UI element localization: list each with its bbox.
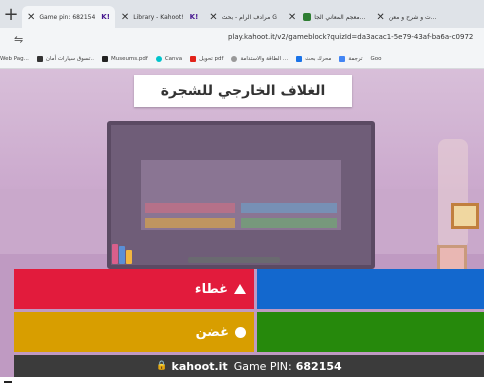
cursor-mark — [4, 381, 12, 383]
bookmarks-bar: Web Pag... تسوق سيارات أمان.. Museums.pd… — [0, 50, 484, 69]
bookmark-item[interactable]: تسوق سيارات أمان.. — [36, 56, 94, 62]
translate-icon[interactable]: ⇋ — [14, 33, 23, 46]
game-footer: 🔒 kahoot.it Game PIN: 682154 — [14, 355, 484, 377]
bookmark-item[interactable]: Canva — [155, 56, 182, 62]
url-text[interactable]: play.kahoot.it/v2/gameblock?quizId=da3ac… — [228, 33, 473, 41]
tab-title: ت و شرح و معن... — [388, 13, 437, 21]
close-tab-icon[interactable]: ✕ — [376, 12, 384, 23]
dictionary-favicon-icon — [303, 13, 312, 21]
bookmark-item[interactable]: محرك بحث — [296, 56, 331, 62]
close-tab-icon[interactable]: ✕ — [288, 12, 296, 23]
triangle-icon — [234, 284, 246, 294]
answer-button-orange[interactable]: غضن — [14, 312, 254, 352]
question-title: الغلاف الخارجي للشجرة — [134, 75, 352, 107]
picture-frame-illustration — [451, 203, 479, 229]
tab-title: Game pin: 682154 — [39, 13, 96, 21]
bookmark-item[interactable]: تحويل pdf — [190, 56, 223, 62]
tab-library[interactable]: ✕ Library - Kahoot! K! — [116, 6, 203, 28]
tab-definition[interactable]: ✕ ت و شرح و معن... — [371, 6, 441, 28]
tab-title: Library - Kahoot! — [133, 13, 184, 21]
answer-text: غضن — [195, 324, 229, 340]
kahoot-favicon-icon: K! — [101, 13, 110, 21]
address-bar[interactable]: ⇋ play.kahoot.it/v2/gameblock?quizId=da3… — [0, 28, 484, 50]
answer-text: غطاء — [194, 281, 228, 297]
new-tab-button[interactable]: + — [0, 0, 22, 28]
shelf-illustration — [188, 257, 280, 263]
answer-button-green[interactable] — [257, 312, 484, 352]
game-pin-label: Game PIN: — [233, 359, 292, 373]
bookmark-item[interactable]: Web Pag... — [0, 56, 29, 62]
bookmark-item[interactable]: الطاقة والاستدامة ... — [231, 56, 288, 62]
page-bottom — [0, 377, 484, 390]
answer-grid: غطاء غضن — [14, 269, 484, 355]
bookmark-item[interactable]: ترجمة — [339, 56, 362, 62]
bookmark-item[interactable]: Museums.pdf — [101, 56, 148, 62]
books-illustration — [112, 242, 134, 264]
lamp-illustration — [438, 139, 468, 249]
close-tab-icon[interactable]: ✕ — [209, 12, 217, 23]
screenshot: + ✕ Game pin: 682154 K! ✕ Library - Kaho… — [0, 0, 484, 390]
tv-illustration — [107, 121, 375, 269]
circle-icon — [235, 326, 246, 338]
brand-link: kahoot.it — [171, 359, 228, 373]
tab-title: معجم المعاني الجا... — [314, 13, 366, 21]
tab-title: مرادف الرام - بحث G — [221, 13, 277, 21]
lock-icon: 🔒 — [156, 361, 168, 371]
tab-google-search[interactable]: ✕ مرادف الرام - بحث G — [204, 6, 282, 28]
game-pin-value: 682154 — [295, 359, 342, 373]
tab-strip: + ✕ Game pin: 682154 K! ✕ Library - Kaho… — [0, 0, 484, 28]
close-tab-icon[interactable]: ✕ — [121, 12, 129, 23]
close-tab-icon[interactable]: ✕ — [27, 12, 35, 23]
tab-dictionary[interactable]: ✕ معجم المعاني الجا... — [283, 6, 370, 28]
bookmark-item[interactable]: Goo — [370, 56, 381, 62]
answer-button-blue[interactable] — [257, 269, 484, 309]
answer-button-red[interactable]: غطاء — [14, 269, 254, 309]
kahoot-favicon-icon: K! — [189, 13, 199, 21]
tab-game-pin[interactable]: ✕ Game pin: 682154 K! — [22, 6, 115, 28]
